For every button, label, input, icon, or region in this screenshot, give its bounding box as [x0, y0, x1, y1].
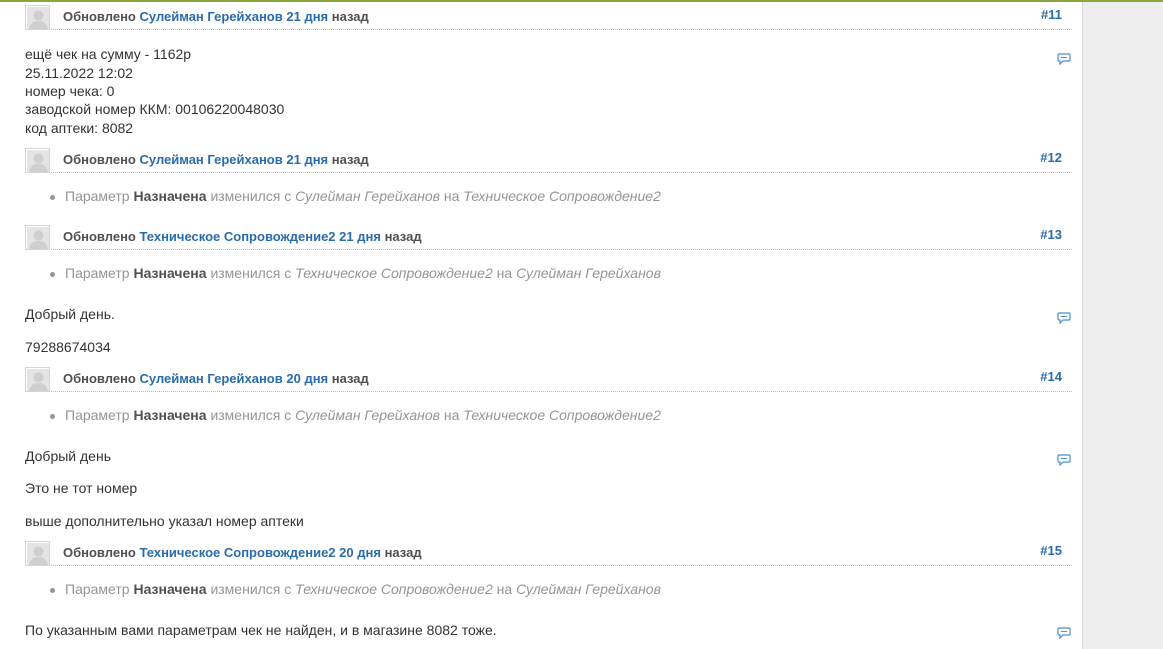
entry-number-link[interactable]: #12: [1040, 150, 1062, 165]
change-details: Параметр Назначена изменился с Техническ…: [47, 581, 661, 597]
updated-label: Обновлено: [63, 229, 136, 244]
entry-number-link[interactable]: #14: [1040, 369, 1062, 384]
note-line: код аптеки: 8082: [25, 120, 134, 136]
old-value: Техническое Сопровождение2: [295, 581, 493, 597]
age-link[interactable]: 21 дня: [286, 152, 328, 167]
change-details: Параметр Назначена изменился с Техническ…: [47, 265, 661, 281]
author-link[interactable]: Сулейман Герейханов: [140, 9, 283, 24]
user-avatar-icon: [27, 227, 49, 249]
note-line: выше дополнительно указал номер аптеки: [25, 513, 304, 529]
note-line: номер чека: 0: [25, 83, 115, 99]
bullet-icon: [50, 414, 55, 419]
param-name: Назначена: [133, 581, 207, 597]
note-line: Это не тот номер: [25, 480, 138, 496]
age-link[interactable]: 20 дня: [339, 545, 381, 560]
avatar: [25, 5, 50, 30]
change-details: Параметр Назначена изменился с Сулейман …: [47, 407, 661, 423]
updated-label: Обновлено: [63, 545, 136, 560]
bullet-icon: [50, 195, 55, 200]
updated-label: Обновлено: [63, 371, 136, 386]
note-line: 79288674034: [25, 339, 111, 355]
avatar: [25, 225, 50, 250]
ago-label: назад: [384, 229, 422, 244]
change-detail-item: Параметр Назначена изменился с Техническ…: [47, 265, 661, 281]
updated-label: Обновлено: [63, 9, 136, 24]
param-name: Назначена: [133, 188, 207, 204]
age-link[interactable]: 20 дня: [286, 371, 328, 386]
reply-quote-icon[interactable]: [1057, 454, 1071, 466]
author-link[interactable]: Сулейман Герейханов: [140, 371, 283, 386]
ago-label: назад: [331, 371, 369, 386]
change-detail-item: Параметр Назначена изменился с Сулейман …: [47, 407, 661, 423]
ago-label: назад: [384, 545, 422, 560]
journal-header-text: Обновлено Сулейман Герейханов 21 дня наз…: [63, 152, 369, 167]
reply-quote-icon[interactable]: [1057, 627, 1071, 639]
journal-header-text: Обновлено Сулейман Герейханов 20 дня наз…: [63, 371, 369, 386]
author-link[interactable]: Техническое Сопровождение2: [140, 229, 336, 244]
note-line: По указанным вами параметрам чек не найд…: [25, 622, 497, 638]
right-sidebar: [1083, 2, 1163, 649]
journal-header-12: Обновлено Сулейман Герейханов 21 дня наз…: [25, 148, 1072, 173]
note-line: Добрый день: [25, 448, 111, 464]
bullet-icon: [50, 588, 55, 593]
journal-header-13: Обновлено Техническое Сопровождение2 21 …: [25, 225, 1072, 250]
user-avatar-icon: [27, 369, 49, 391]
updated-label: Обновлено: [63, 152, 136, 167]
age-link[interactable]: 21 дня: [286, 9, 328, 24]
author-link[interactable]: Сулейман Герейханов: [140, 152, 283, 167]
author-link[interactable]: Техническое Сопровождение2: [140, 545, 336, 560]
journal-header-15: Обновлено Техническое Сопровождение2 20 …: [25, 541, 1072, 566]
note-line: Добрый день.: [25, 306, 115, 322]
param-name: Назначена: [133, 265, 207, 281]
reply-quote-icon[interactable]: [1057, 53, 1071, 65]
avatar: [25, 148, 50, 173]
note-line: ещё чек на сумму - 1162р: [25, 46, 192, 62]
ago-label: назад: [331, 152, 369, 167]
note-line: 25.11.2022 12:02: [25, 65, 133, 81]
new-value: Техническое Сопровождение2: [463, 407, 661, 423]
user-avatar-icon: [27, 7, 49, 29]
old-value: Техническое Сопровождение2: [295, 265, 493, 281]
journal-header-11: Обновлено Сулейман Герейханов 21 дня наз…: [25, 5, 1072, 30]
entry-number-link[interactable]: #13: [1040, 227, 1062, 242]
ago-label: назад: [331, 9, 369, 24]
change-details: Параметр Назначена изменился с Сулейман …: [47, 188, 661, 204]
new-value: Сулейман Герейханов: [516, 265, 661, 281]
old-value: Сулейман Герейханов: [295, 407, 440, 423]
journal-header-text: Обновлено Техническое Сопровождение2 21 …: [63, 229, 422, 244]
reply-quote-icon[interactable]: [1057, 312, 1071, 324]
bullet-icon: [50, 272, 55, 277]
avatar: [25, 541, 50, 566]
user-avatar-icon: [27, 150, 49, 172]
param-name: Назначена: [133, 407, 207, 423]
age-link[interactable]: 21 дня: [339, 229, 381, 244]
journal-header-14: Обновлено Сулейман Герейханов 20 дня наз…: [25, 367, 1072, 392]
old-value: Сулейман Герейханов: [295, 188, 440, 204]
change-detail-item: Параметр Назначена изменился с Сулейман …: [47, 188, 661, 204]
journal-header-text: Обновлено Техническое Сопровождение2 20 …: [63, 545, 422, 560]
new-value: Техническое Сопровождение2: [463, 188, 661, 204]
change-detail-item: Параметр Назначена изменился с Техническ…: [47, 581, 661, 597]
user-avatar-icon: [27, 543, 49, 565]
journal-header-text: Обновлено Сулейман Герейханов 21 дня наз…: [63, 9, 369, 24]
journal-history: Обновлено Сулейман Герейханов 21 дня наз…: [0, 2, 1083, 649]
avatar: [25, 367, 50, 392]
entry-number-link[interactable]: #15: [1040, 543, 1062, 558]
entry-number-link[interactable]: #11: [1041, 7, 1062, 22]
note-line: заводской номер ККМ: 00106220048030: [25, 101, 285, 117]
new-value: Сулейман Герейханов: [516, 581, 661, 597]
